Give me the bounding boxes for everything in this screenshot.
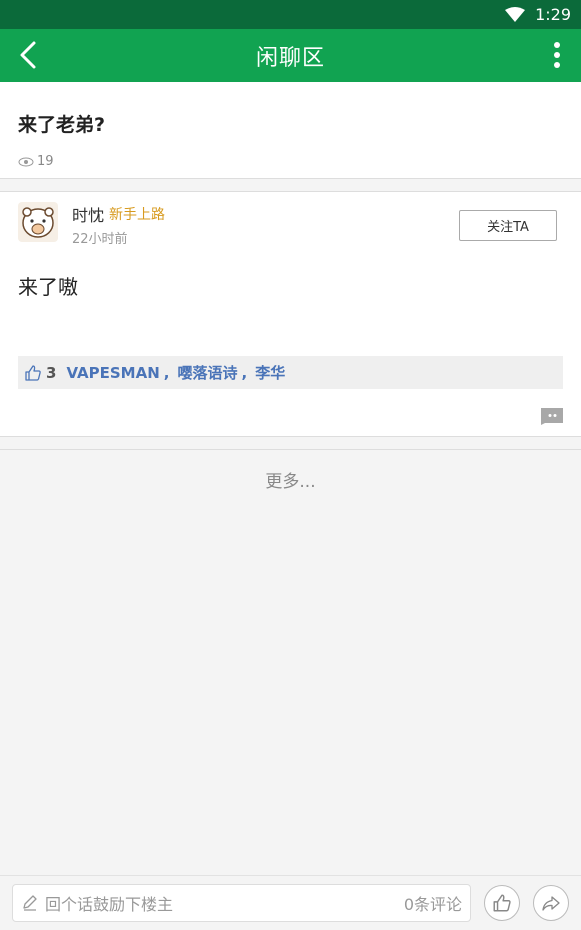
avatar-face-icon xyxy=(22,207,54,238)
status-bar: 1:29 xyxy=(0,0,581,29)
dot-icon xyxy=(554,42,560,48)
page-title: 闲聊区 xyxy=(255,45,325,71)
liker-name[interactable]: 李华 xyxy=(255,362,285,383)
view-count: 19 xyxy=(18,154,54,169)
comment-input[interactable]: 回个话鼓励下楼主 0条评论 xyxy=(12,884,471,922)
liker-separator: , xyxy=(163,363,170,382)
bottom-bar: 回个话鼓励下楼主 0条评论 xyxy=(0,875,581,930)
comment-count[interactable]: 0条评论 xyxy=(404,891,462,915)
status-time: 1:29 xyxy=(535,5,571,24)
like-button[interactable] xyxy=(484,885,520,921)
back-button[interactable] xyxy=(12,39,44,71)
reply-username[interactable]: 时忱 xyxy=(72,202,104,226)
wifi-icon xyxy=(505,6,526,23)
avatar[interactable] xyxy=(18,202,58,242)
comment-icon[interactable] xyxy=(540,407,564,425)
app-bar: 闲聊区 xyxy=(0,29,581,82)
pencil-icon xyxy=(23,895,37,911)
reply-card: 时忱 新手上路 22小时前 关注TA 来了嗷 3 VAPESMAN , 嘤落语诗… xyxy=(0,191,581,437)
dot-icon xyxy=(554,62,560,68)
chevron-left-icon xyxy=(20,41,36,69)
likes-count: 3 xyxy=(46,363,57,382)
reply-content: 来了嗷 xyxy=(18,275,78,299)
eye-icon xyxy=(18,157,34,166)
reply-timestamp: 22小时前 xyxy=(72,232,128,247)
post-title: 来了老弟? xyxy=(18,114,106,136)
liker-name[interactable]: 嘤落语诗 xyxy=(177,362,237,383)
dot-icon xyxy=(554,52,560,58)
user-level-badge: 新手上路 xyxy=(109,207,165,223)
liker-separator: , xyxy=(241,363,248,382)
likes-bar: 3 VAPESMAN , 嘤落语诗 , 李华 xyxy=(18,356,563,389)
thumbs-up-icon xyxy=(493,894,511,912)
liker-name[interactable]: VAPESMAN xyxy=(66,364,159,382)
post-header: 来了老弟? 19 xyxy=(0,82,581,179)
follow-button[interactable]: 关注TA xyxy=(459,210,557,241)
share-icon xyxy=(542,896,560,911)
thumbs-up-icon xyxy=(25,364,41,381)
view-count-value: 19 xyxy=(37,154,54,169)
more-options-button[interactable] xyxy=(547,37,567,73)
share-button[interactable] xyxy=(533,885,569,921)
comment-input-placeholder: 回个话鼓励下楼主 xyxy=(45,895,174,914)
load-more-button[interactable]: 更多... xyxy=(0,449,581,509)
